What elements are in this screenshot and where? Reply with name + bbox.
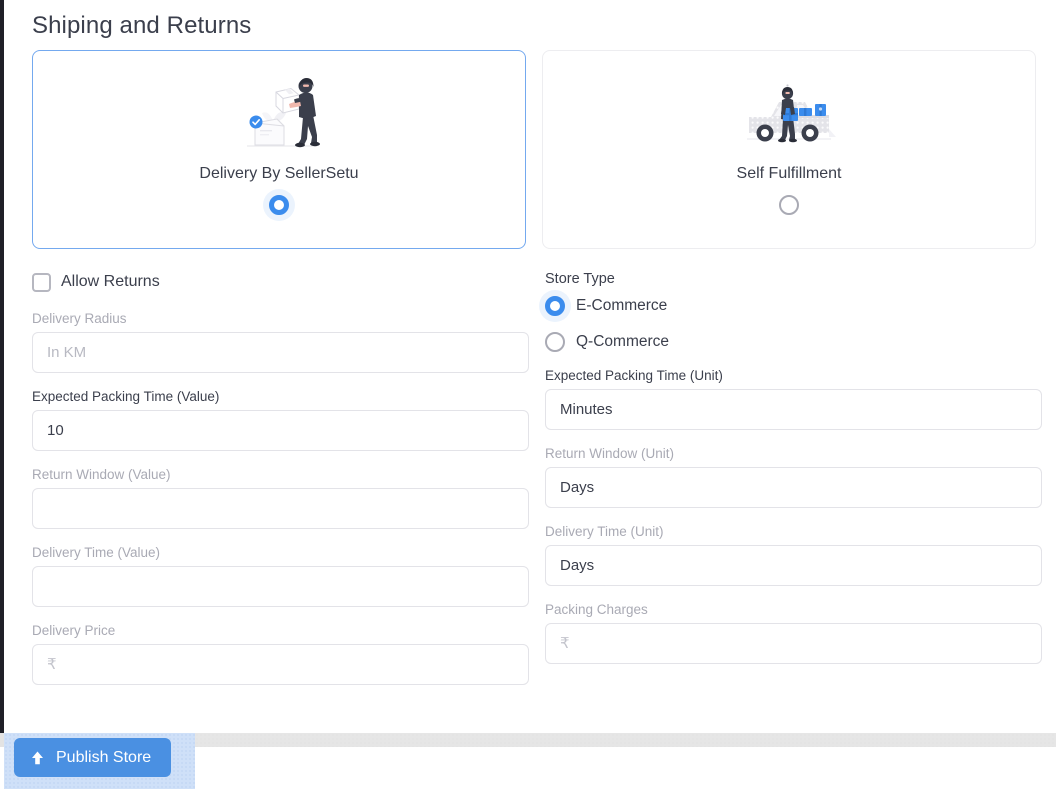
delivery-time-value-label: Delivery Time (Value) <box>32 545 161 560</box>
expected-packing-time-unit-input[interactable] <box>545 389 1042 430</box>
delivery-price-label: Delivery Price <box>32 623 116 638</box>
field-delivery-time-unit: Delivery Time (Unit) <box>545 524 1042 586</box>
upload-arrow-icon <box>30 750 45 766</box>
footer-divider-band-textured <box>195 733 1056 747</box>
delivery-time-unit-label: Delivery Time (Unit) <box>545 524 664 539</box>
fulfillment-card-label: Delivery By SellerSetu <box>199 165 359 182</box>
field-expected-packing-time-value: Expected Packing Time (Value) <box>32 389 529 451</box>
field-delivery-radius: Delivery Radius <box>32 311 529 373</box>
fulfillment-card-self-fulfillment[interactable]: Self Fulfillment <box>542 50 1036 249</box>
fulfillment-card-delivery-by-sellersetu[interactable]: Delivery By SellerSetu <box>32 50 526 249</box>
store-type-option-e-commerce[interactable]: E-Commerce <box>545 296 1042 316</box>
packing-charges-input[interactable] <box>545 623 1042 664</box>
fulfillment-card-label: Self Fulfillment <box>736 165 842 182</box>
store-type-radio-q-commerce[interactable] <box>545 332 565 352</box>
store-type-radio-e-commerce[interactable] <box>545 296 565 316</box>
delivery-radius-label: Delivery Radius <box>32 311 127 326</box>
expected-packing-time-value-label: Expected Packing Time (Value) <box>32 389 220 404</box>
return-window-unit-label: Return Window (Unit) <box>545 446 675 461</box>
fulfillment-options: Delivery By SellerSetu Self Fulfillment <box>32 50 1036 249</box>
packing-charges-label: Packing Charges <box>545 602 648 617</box>
store-type-label-q-commerce: Q-Commerce <box>576 333 670 350</box>
form-column-right: Store Type E-Commerce Q-Commerce Expecte… <box>545 271 1042 701</box>
store-type-label-e-commerce: E-Commerce <box>576 297 668 314</box>
shipping-form: Allow Returns Delivery Radius Expected P… <box>32 271 1042 701</box>
delivery-radius-input[interactable] <box>32 332 529 373</box>
allow-returns-row[interactable]: Allow Returns <box>32 271 529 293</box>
fulfillment-radio-delivery-by-sellersetu[interactable] <box>269 195 289 215</box>
field-delivery-time-value: Delivery Time (Value) <box>32 545 529 607</box>
form-column-left: Allow Returns Delivery Radius Expected P… <box>32 271 529 701</box>
allow-returns-label: Allow Returns <box>61 273 160 290</box>
delivery-truck-illustration <box>741 69 837 161</box>
return-window-unit-input[interactable] <box>545 467 1042 508</box>
return-window-value-label: Return Window (Value) <box>32 467 171 482</box>
field-expected-packing-time-unit: Expected Packing Time (Unit) <box>545 368 1042 430</box>
delivery-time-value-input[interactable] <box>32 566 529 607</box>
publish-store-button[interactable]: Publish Store <box>14 738 172 777</box>
delivery-price-input[interactable] <box>32 644 529 685</box>
fulfillment-radio-self-fulfillment[interactable] <box>779 195 799 215</box>
delivery-time-unit-input[interactable] <box>545 545 1042 586</box>
field-packing-charges: Packing Charges <box>545 602 1042 664</box>
field-return-window-unit: Return Window (Unit) <box>545 446 1042 508</box>
expected-packing-time-unit-label: Expected Packing Time (Unit) <box>545 368 723 383</box>
person-carrying-box-illustration <box>233 69 325 161</box>
page-content: Shiping and Returns Delivery By SellerSe… <box>4 0 1056 733</box>
store-type-group: Store Type E-Commerce Q-Commerce <box>545 271 1042 368</box>
allow-returns-checkbox[interactable] <box>32 272 51 292</box>
field-delivery-price: Delivery Price <box>32 623 529 685</box>
store-type-option-q-commerce[interactable]: Q-Commerce <box>545 332 1042 352</box>
return-window-value-input[interactable] <box>32 488 529 529</box>
field-return-window-value: Return Window (Value) <box>32 467 529 529</box>
store-type-title: Store Type <box>545 271 615 287</box>
publish-store-button-label: Publish Store <box>56 748 152 766</box>
shipping-and-returns-page: Shiping and Returns Delivery By SellerSe… <box>0 0 1056 796</box>
page-title: Shiping and Returns <box>32 12 252 39</box>
expected-packing-time-value-input[interactable] <box>32 410 529 451</box>
